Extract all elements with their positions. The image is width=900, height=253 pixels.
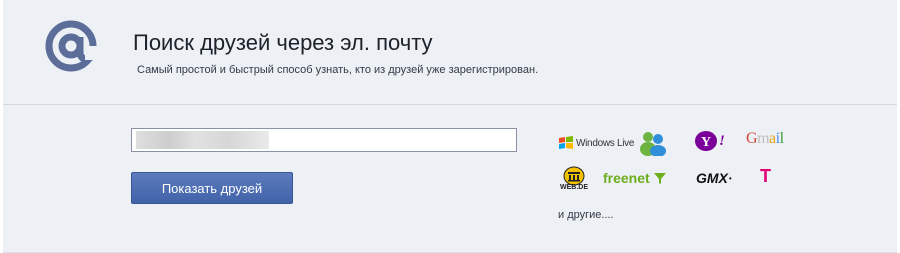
page-subtitle: Самый простой и быстрый способ узнать, к… [137, 64, 539, 76]
svg-text:Y: Y [701, 135, 711, 150]
windows-live-logo: Windows Live [558, 130, 668, 156]
more-providers-label: и другие.... [558, 209, 614, 221]
gmail-logo: Gmail [746, 130, 784, 147]
freenet-logo: freenet [603, 170, 667, 186]
at-sign-icon [45, 20, 97, 72]
find-friends-button[interactable]: Показать друзей [131, 172, 293, 204]
panel-header: Поиск друзей через эл. почту Самый прост… [3, 0, 897, 105]
windows-flag-icon [559, 136, 573, 149]
telekom-logo: T [760, 166, 771, 186]
webde-crest-icon [563, 166, 585, 186]
find-friends-panel: Поиск друзей через эл. почту Самый прост… [3, 0, 897, 253]
yahoo-badge-icon: Y [695, 131, 717, 151]
gmx-logo: GMX • [696, 170, 732, 186]
yahoo-logo: Y ! [694, 130, 725, 152]
page-title: Поиск друзей через эл. почту [133, 30, 433, 55]
webde-logo: WEB.DE [560, 166, 588, 191]
messenger-buddies-icon [640, 132, 667, 156]
freenet-funnel-icon [653, 173, 666, 184]
redacted-email-overlay [136, 131, 269, 149]
